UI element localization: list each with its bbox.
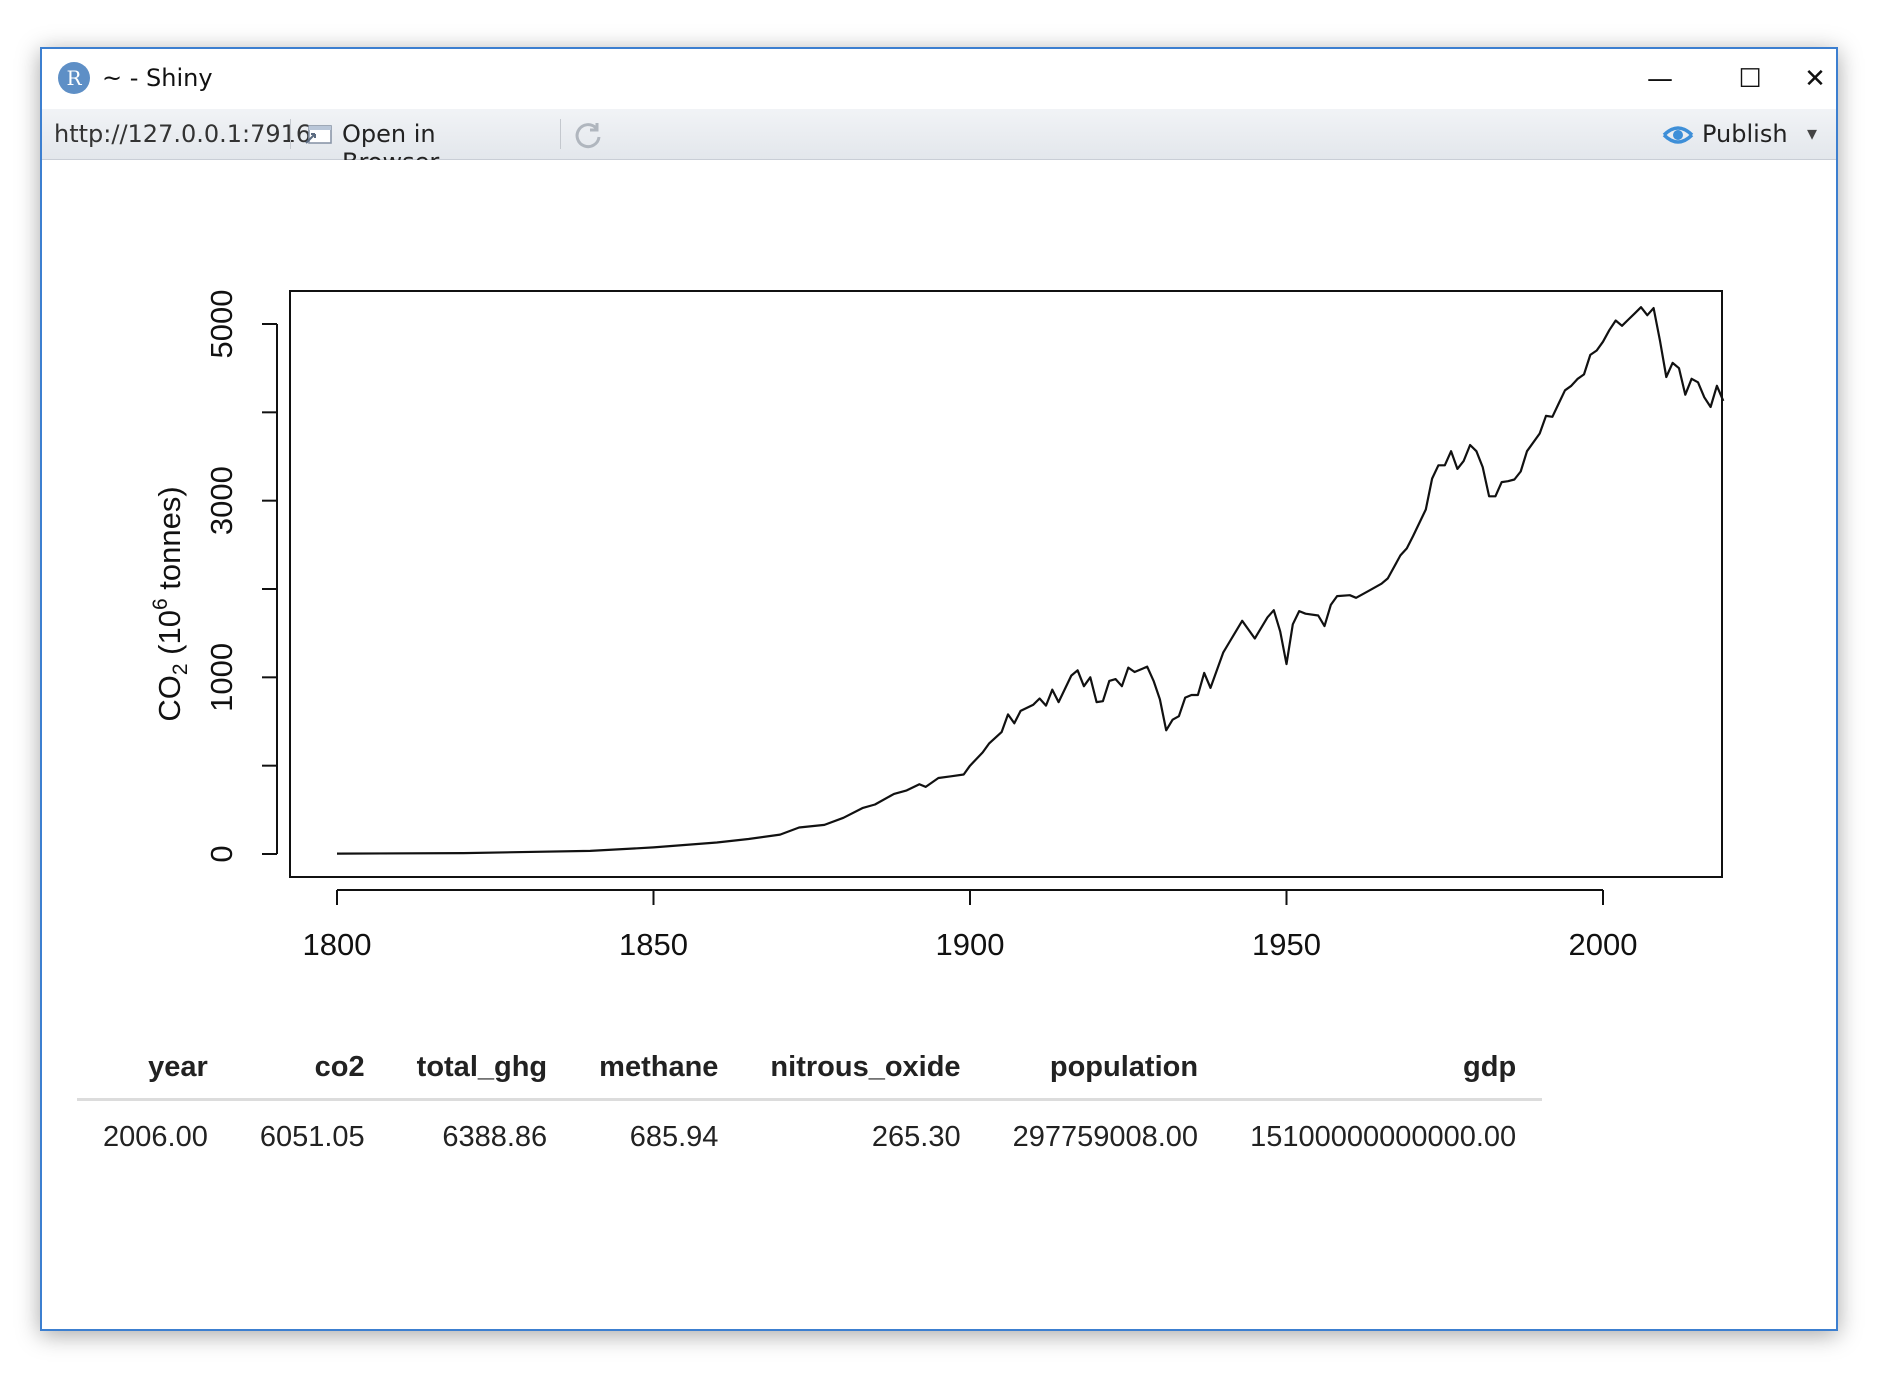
co2-series-line (336, 306, 1725, 855)
x-tick-label: 1800 (303, 927, 372, 962)
table-header-year: year (77, 1040, 234, 1101)
plot-frame (289, 290, 1723, 878)
window-title: ~ - Shiny (102, 64, 213, 92)
table-cell-gdp: 15100000000000.00 (1250, 1121, 1517, 1153)
table-row: 2006.00 6051.05 6388.86 685.94 265.30 2977590… (77, 1100, 1542, 1165)
x-tick-label: 1950 (1252, 927, 1321, 962)
viewer-toolbar: http://127.0.0.1:7916 Open in Browser Pu… (42, 109, 1836, 176)
toolbar-divider (290, 119, 291, 149)
publish-dropdown-icon[interactable]: ▾ (1807, 121, 1817, 146)
y-axis-title: CO2 (106 tonnes) (149, 486, 192, 721)
minimize-button[interactable]: — (1615, 49, 1705, 109)
x-axis-title: Year (1025, 1004, 1088, 1010)
y-tick-label: 0 (204, 845, 239, 862)
r-logo-icon: R (58, 62, 90, 94)
y-tick-label: 5000 (204, 290, 239, 359)
open-in-browser-button[interactable]: Open in Browser (304, 109, 514, 176)
app-content: 1800 1850 1900 1950 2000 0 1000 3000 5000 Year CO2… (42, 160, 1836, 1329)
publish-icon (1662, 126, 1694, 144)
table-header-nitrous-oxide: nitrous_oxide (744, 1040, 987, 1101)
table-cell-year: 2006.00 (103, 1121, 208, 1153)
y-tick-label: 1000 (204, 643, 239, 712)
table-header-population: population (986, 1040, 1225, 1101)
table-header-gdp: gdp (1224, 1040, 1543, 1101)
table-cell-total-ghg: 6388.86 (442, 1121, 548, 1153)
x-tick-label: 1900 (936, 927, 1005, 962)
publish-button[interactable]: Publish (1660, 109, 1800, 159)
publish-label: Publish (1702, 120, 1788, 148)
shiny-window: R ~ - Shiny — ☐ ✕ http://127.0.0.1:7916 … (40, 47, 1838, 1331)
table-cell-methane: 685.94 (629, 1121, 719, 1153)
close-button[interactable]: ✕ (1795, 49, 1835, 109)
data-table: year co2 total_ghg methane nitrous_oxide popu… (77, 1040, 1543, 1165)
title-bar: R ~ - Shiny — ☐ ✕ (42, 49, 1836, 109)
url-label: http://127.0.0.1:7916 (54, 120, 312, 148)
x-tick-label: 2000 (1569, 927, 1638, 962)
table-header-co2: co2 (233, 1040, 391, 1101)
table-header-total-ghg: total_ghg (390, 1040, 574, 1101)
table-header-methane: methane (573, 1040, 745, 1101)
table-cell-population: 297759008.00 (1012, 1121, 1199, 1153)
toolbar-divider (560, 119, 561, 149)
table-body: 2006.00 6051.05 6388.86 685.94 265.30 2977590… (77, 1100, 1542, 1165)
table-cell-nitrous-oxide: 265.30 (871, 1121, 961, 1153)
open-external-icon (305, 125, 332, 144)
y-tick-label: 3000 (204, 466, 239, 535)
x-tick-label: 1850 (619, 927, 688, 962)
co2-line-chart: 1800 1850 1900 1950 2000 0 1000 3000 5000 Year CO2… (149, 290, 1725, 1010)
refresh-icon[interactable] (572, 119, 604, 151)
maximize-button[interactable]: ☐ (1705, 49, 1795, 109)
table-cell-co2: 6051.05 (259, 1121, 365, 1153)
table-header-row: year co2 total_ghg methane nitrous_oxide popu… (77, 1040, 1543, 1101)
